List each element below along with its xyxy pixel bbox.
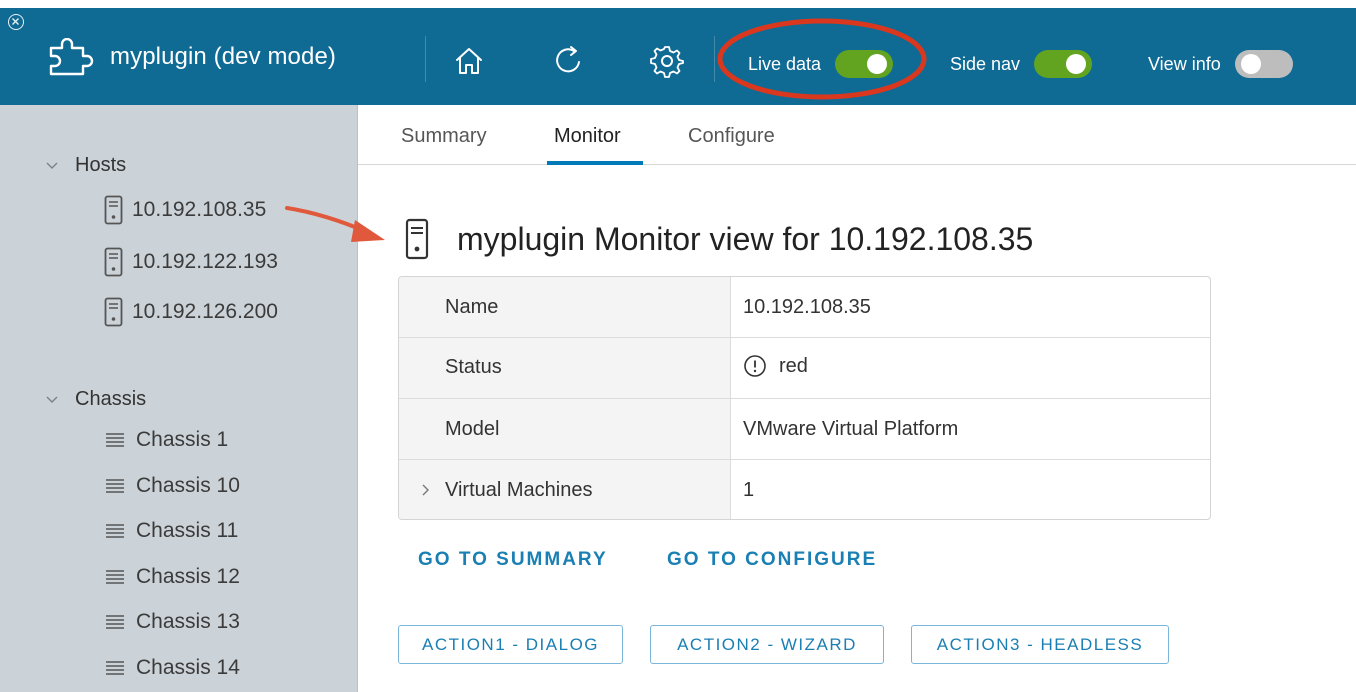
action3-headless-button[interactable]: ACTION3 - HEADLESS bbox=[911, 625, 1169, 664]
app-branding: myplugin (dev mode) bbox=[48, 38, 336, 76]
sidebar-item-chassis[interactable]: Chassis 10 bbox=[104, 474, 240, 498]
sidebar-group-label: Hosts bbox=[75, 154, 127, 176]
sidebar-item-chassis[interactable]: Chassis 12 bbox=[104, 565, 240, 589]
table-row: Model VMware Virtual Platform bbox=[399, 399, 1210, 460]
live-data-toggle[interactable]: Live data bbox=[748, 50, 894, 78]
toggle-switch[interactable] bbox=[1034, 50, 1093, 78]
chevron-right-icon[interactable] bbox=[419, 483, 433, 497]
page-title: myplugin Monitor view for 10.192.108.35 bbox=[457, 220, 1034, 257]
active-tab-indicator bbox=[547, 161, 643, 165]
server-host-icon bbox=[104, 297, 123, 327]
sidebar-group-label: Chassis bbox=[75, 388, 147, 410]
go-to-configure-link[interactable]: GO TO CONFIGURE bbox=[667, 549, 877, 571]
tab-bar bbox=[358, 105, 1356, 165]
header-divider bbox=[425, 36, 426, 82]
toggle-label: View info bbox=[1148, 53, 1221, 74]
property-value-status: red bbox=[743, 354, 808, 378]
sidebar-item-label: Chassis 14 bbox=[136, 656, 240, 679]
list-icon bbox=[106, 615, 124, 629]
toggle-switch[interactable] bbox=[1234, 50, 1293, 78]
app-header: myplugin (dev mode) Live data Side nav V… bbox=[0, 8, 1356, 105]
sidebar-item-label: 10.192.122.193 bbox=[132, 250, 278, 273]
action1-dialog-button[interactable]: ACTION1 - DIALOG bbox=[398, 625, 623, 664]
annotation-arrow bbox=[285, 206, 385, 242]
server-host-icon bbox=[405, 218, 429, 260]
property-label: Name bbox=[445, 296, 499, 318]
toggle-switch[interactable] bbox=[835, 50, 894, 78]
list-icon bbox=[106, 661, 124, 675]
list-icon bbox=[106, 433, 124, 447]
home-icon[interactable] bbox=[452, 44, 486, 78]
list-icon bbox=[106, 570, 124, 584]
refresh-icon[interactable] bbox=[552, 44, 586, 78]
sidebar-item-label: Chassis 13 bbox=[136, 610, 240, 633]
list-icon bbox=[106, 479, 124, 493]
sidebar-item-host[interactable]: 10.192.122.193 bbox=[104, 247, 278, 277]
go-to-summary-link[interactable]: GO TO SUMMARY bbox=[418, 549, 608, 571]
header-divider bbox=[714, 36, 715, 82]
tab-monitor[interactable]: Monitor bbox=[554, 125, 621, 148]
property-value: 10.192.108.35 bbox=[743, 296, 871, 318]
property-value: VMware Virtual Platform bbox=[743, 418, 959, 440]
sidebar-item-label: Chassis 1 bbox=[136, 428, 229, 451]
close-icon[interactable] bbox=[8, 14, 24, 30]
property-label: Virtual Machines bbox=[445, 479, 593, 501]
server-host-icon bbox=[104, 247, 123, 277]
chevron-down-icon[interactable] bbox=[45, 393, 59, 407]
table-row: Name 10.192.108.35 bbox=[399, 277, 1210, 338]
page-heading: myplugin Monitor view for 10.192.108.35 bbox=[405, 218, 1033, 260]
view-info-toggle[interactable]: View info bbox=[1148, 50, 1293, 78]
tab-configure[interactable]: Configure bbox=[688, 125, 775, 148]
sidebar-item-chassis[interactable]: Chassis 13 bbox=[104, 610, 240, 634]
sidebar-item-label: Chassis 10 bbox=[136, 474, 240, 497]
alert-circle-icon bbox=[744, 355, 766, 377]
sidebar-item-host[interactable]: 10.192.108.35 bbox=[104, 195, 266, 225]
properties-table: Name 10.192.108.35 Status red Model VMwa… bbox=[398, 276, 1211, 520]
sidebar-item-label: Chassis 11 bbox=[136, 519, 239, 542]
property-value: 1 bbox=[743, 479, 755, 501]
app-title: myplugin (dev mode) bbox=[110, 43, 336, 70]
settings-gear-icon[interactable] bbox=[650, 44, 684, 78]
sidebar-item-chassis[interactable]: Chassis 11 bbox=[104, 519, 238, 543]
property-label: Model bbox=[445, 418, 500, 440]
server-host-icon bbox=[104, 195, 123, 225]
status-text: red bbox=[779, 354, 808, 377]
action2-wizard-button[interactable]: ACTION2 - WIZARD bbox=[650, 625, 884, 664]
sidebar-group-hosts[interactable]: Hosts bbox=[45, 154, 126, 177]
sidebar-item-chassis[interactable]: Chassis 14 bbox=[104, 656, 240, 680]
side-nav-toggle[interactable]: Side nav bbox=[950, 50, 1093, 78]
sidebar-item-label: 10.192.108.35 bbox=[132, 198, 267, 221]
puzzle-plugin-icon bbox=[49, 38, 94, 76]
table-row-expandable[interactable]: Virtual Machines 1 bbox=[399, 460, 1210, 519]
tab-summary[interactable]: Summary bbox=[401, 125, 487, 148]
toggle-label: Live data bbox=[748, 53, 822, 74]
sidebar-item-label: Chassis 12 bbox=[136, 565, 240, 588]
list-icon bbox=[106, 524, 124, 538]
sidebar-item-label: 10.192.126.200 bbox=[132, 300, 278, 323]
sidebar-item-host[interactable]: 10.192.126.200 bbox=[104, 297, 278, 327]
table-row: Status red bbox=[399, 338, 1210, 399]
property-label: Status bbox=[445, 356, 502, 378]
sidebar-group-chassis[interactable]: Chassis bbox=[45, 388, 146, 411]
chevron-down-icon[interactable] bbox=[45, 159, 59, 173]
sidebar-item-chassis[interactable]: Chassis 1 bbox=[104, 428, 228, 452]
toggle-label: Side nav bbox=[950, 53, 1021, 74]
